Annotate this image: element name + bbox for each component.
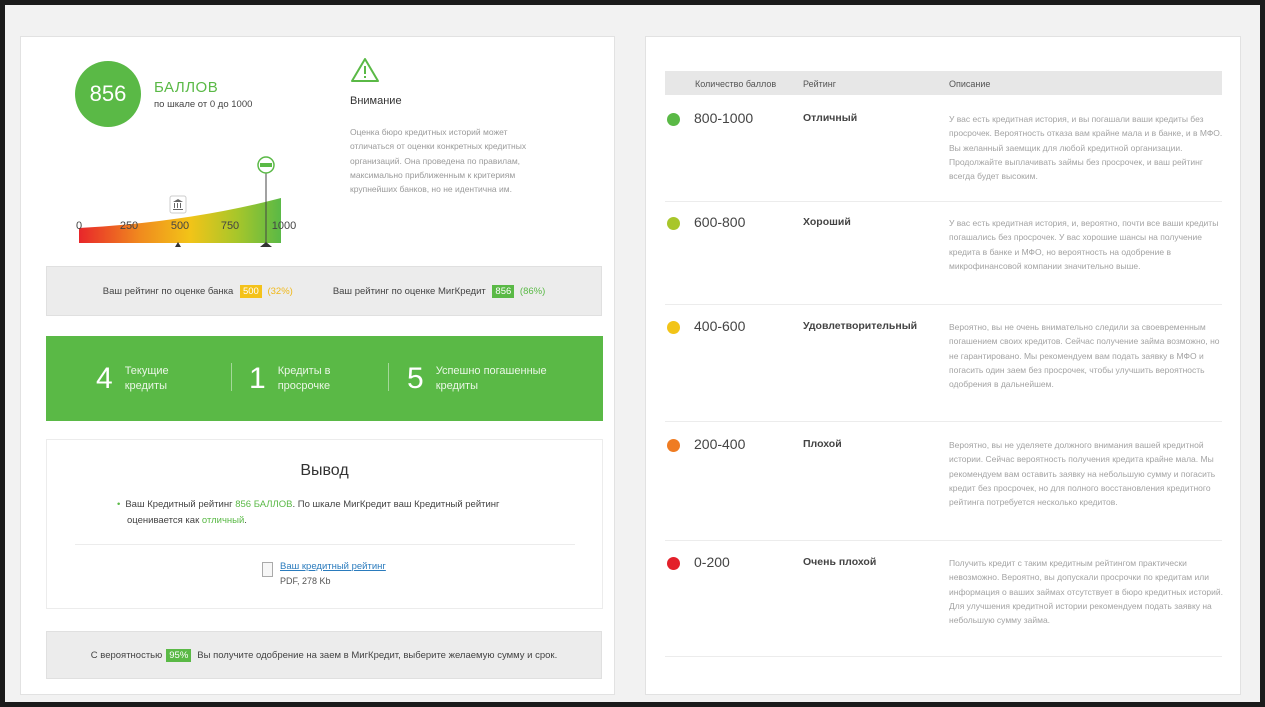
conclusion-score: 856 БАЛЛОВ — [235, 499, 293, 510]
row-divider — [665, 201, 1222, 202]
pdf-file-icon — [262, 562, 273, 577]
bullet-icon: • — [117, 499, 121, 510]
row-divider — [665, 421, 1222, 422]
conclusion-text: • Ваш Кредитный рейтинг 856 БАЛЛОВ. По шк… — [117, 497, 537, 529]
rating-color-dot — [667, 321, 680, 334]
column-header-score: Количество баллов — [695, 79, 777, 89]
rating-description: Вероятно, вы не уделяете должного вниман… — [949, 440, 1216, 508]
score-range: 200-400 — [694, 436, 746, 452]
approval-prefix: С вероятностью — [90, 649, 163, 661]
rating-name: Плохой — [803, 438, 842, 450]
warning-triangle-icon — [351, 58, 379, 82]
score-scale-text: по шкале от 0 до 1000 — [154, 99, 253, 110]
stat-label: Успешно погашенные кредиты — [435, 364, 547, 392]
column-header-rating: Рейтинг — [803, 79, 837, 89]
conclusion-divider — [75, 544, 575, 545]
gauge-ticks: 0 250 500 750 1000 — [69, 220, 309, 236]
column-header-description: Описание — [949, 79, 991, 89]
conclusion-title: Вывод — [300, 462, 349, 479]
score-range: 0-200 — [694, 554, 730, 570]
score-range: 600-800 — [694, 214, 746, 230]
row-divider — [665, 656, 1222, 657]
score-circle: 856 — [75, 61, 141, 127]
mig-rating: Ваш рейтинг по оценке МигКредит 856 (86%… — [332, 284, 546, 298]
gauge-tick: 250 — [119, 220, 139, 232]
stat-current-credits: 4 Текущие кредиты — [96, 336, 205, 421]
migkredit-logo-icon — [257, 156, 275, 174]
row-divider — [665, 304, 1222, 305]
row-divider — [665, 540, 1222, 541]
stat-number: 1 — [249, 361, 266, 395]
mig-rating-percent: (86%) — [519, 285, 546, 297]
rating-description: У вас есть кредитная история, и вы погаш… — [949, 114, 1223, 182]
score-gauge — [79, 156, 281, 247]
rating-description: Вероятно, вы не очень внимательно следил… — [949, 322, 1220, 390]
approval-suffix: Вы получите одобрение на заем в МигКреди… — [197, 649, 558, 661]
conclusion-part: Ваш Кредитный рейтинг — [125, 499, 236, 510]
conclusion-part: . — [244, 515, 247, 526]
table-header: Количество баллов Рейтинг Описание — [665, 71, 1222, 95]
download-rating-pdf-link[interactable]: Ваш кредитный рейтинг — [280, 561, 386, 572]
mig-rating-badge: 856 — [492, 284, 515, 298]
bank-rating-percent: (32%) — [267, 285, 293, 297]
rating-legend-panel: Количество баллов Рейтинг Описание 800-1… — [645, 36, 1241, 695]
rating-description: У вас есть кредитная история, и, вероятн… — [949, 218, 1219, 271]
rating-color-dot — [667, 439, 680, 452]
rating-name: Хороший — [803, 216, 851, 228]
approval-strip: С вероятностью 95% Вы получите одобрение… — [46, 631, 602, 679]
stat-divider — [388, 363, 389, 391]
stat-repaid-credits: 5 Успешно погашенные кредиты — [407, 336, 561, 421]
gauge-tick: 0 — [75, 220, 83, 232]
bank-rating-label: Ваш рейтинг по оценке банка — [102, 285, 234, 297]
bank-rating: Ваш рейтинг по оценке банка 500 (32%) — [102, 284, 293, 298]
rating-description: Получить кредит с таким кредитным рейтин… — [949, 558, 1224, 626]
score-label: БАЛЛОВ — [154, 79, 219, 96]
gauge-tick: 1000 — [271, 220, 297, 232]
stat-label: Кредиты в просрочке — [277, 364, 331, 392]
mig-rating-label: Ваш рейтинг по оценке МигКредит — [332, 285, 486, 297]
gauge-tick: 500 — [170, 220, 190, 232]
conclusion-rating-word: отличный — [201, 515, 245, 526]
rating-name: Очень плохой — [803, 556, 877, 568]
stat-label: Текущие кредиты — [124, 364, 169, 392]
rating-comparison-strip: Ваш рейтинг по оценке банка 500 (32%) Ва… — [46, 266, 602, 316]
pdf-size: PDF, 278 Kb — [280, 576, 331, 586]
rating-color-dot — [667, 557, 680, 570]
score-range: 800-1000 — [694, 110, 754, 126]
warning-title: Внимание — [350, 95, 402, 107]
warning-text: Оценка бюро кредитных историй может отли… — [350, 127, 527, 195]
gauge-tick: 750 — [220, 220, 240, 232]
screenshot-frame: 856 БАЛЛОВ по шкале от 0 до 1000 0 250 5… — [5, 5, 1260, 702]
rating-color-dot — [667, 217, 680, 230]
approval-percent-badge: 95% — [166, 648, 192, 662]
score-range: 400-600 — [694, 318, 746, 334]
stat-number: 5 — [407, 361, 424, 395]
credit-stats-bar: 4 Текущие кредиты 1 Кредиты в просрочке … — [46, 336, 603, 421]
score-panel: 856 БАЛЛОВ по шкале от 0 до 1000 0 250 5… — [20, 36, 615, 695]
rating-color-dot — [667, 113, 680, 126]
bank-rating-badge: 500 — [239, 284, 262, 298]
stat-overdue-credits: 1 Кредиты в просрочке — [249, 336, 358, 421]
stat-divider — [231, 363, 232, 391]
rating-name: Отличный — [803, 112, 858, 124]
bank-icon — [169, 195, 187, 214]
rating-name: Удовлетворительный — [803, 320, 918, 332]
conclusion-box: Вывод • Ваш Кредитный рейтинг 856 БАЛЛОВ.… — [46, 439, 603, 609]
stat-number: 4 — [96, 361, 113, 395]
